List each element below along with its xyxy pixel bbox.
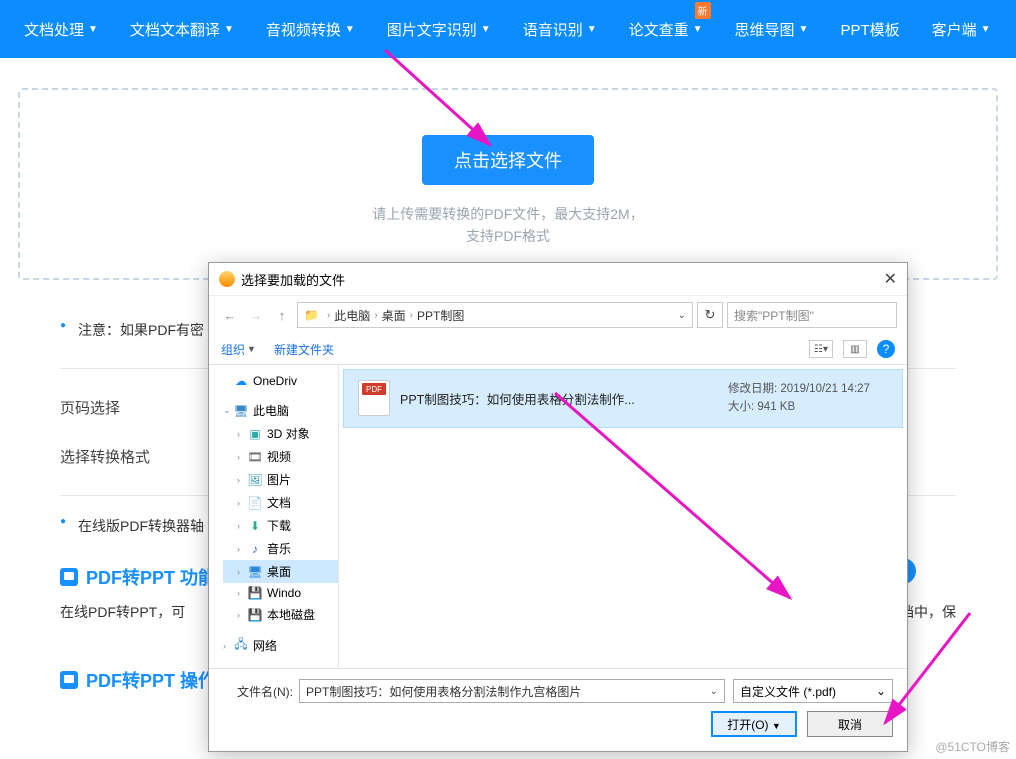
chevron-down-icon: ▼: [587, 24, 597, 35]
nav-doc-process[interactable]: 文档处理▼: [8, 0, 114, 58]
filename-label: 文件名(N):: [223, 683, 293, 700]
chevron-down-icon: ▼: [88, 24, 98, 35]
dialog-nav: ← → ↑ 📁 › 此电脑 › 桌面 › PPT制图 ⌄ ↻ 搜索"PPT制图": [209, 295, 907, 334]
close-icon[interactable]: ✕: [884, 269, 897, 289]
file-list: PDF PPT制图技巧：如何使用表格分割法制作... 修改日期: 2019/10…: [339, 365, 907, 668]
nav-client[interactable]: 客户端▼: [916, 0, 1007, 58]
new-badge: 新: [695, 2, 711, 19]
nav-doc-translate[interactable]: 文档文本翻译▼: [114, 0, 250, 58]
upload-hint: 请上传需要转换的PDF文件，最大支持2M， 支持PDF格式: [20, 203, 996, 248]
chevron-down-icon: ▼: [799, 24, 809, 35]
documents-icon: 📄: [247, 496, 263, 510]
top-nav: 文档处理▼ 文档文本翻译▼ 音视频转换▼ 图片文字识别▼ 语音识别▼ 论文查重▼…: [0, 0, 1016, 58]
select-file-button[interactable]: 点击选择文件: [422, 135, 594, 185]
folder-icon: 📁: [304, 308, 319, 322]
tree-downloads[interactable]: ›⬇下载: [223, 514, 338, 537]
file-open-dialog: 选择要加载的文件 ✕ ← → ↑ 📁 › 此电脑 › 桌面 › PPT制图 ⌄ …: [208, 262, 908, 752]
tree-documents[interactable]: ›📄文档: [223, 491, 338, 514]
cloud-icon: ☁: [233, 374, 249, 388]
tree-thispc[interactable]: ⌄🖥此电脑: [209, 399, 338, 422]
tree-video[interactable]: ›🎞视频: [223, 445, 338, 468]
preview-pane-button[interactable]: ▥: [843, 340, 867, 358]
app-icon: [219, 271, 235, 287]
chevron-down-icon[interactable]: ⌄: [710, 686, 718, 697]
nav-plagiarism[interactable]: 论文查重▼新: [613, 0, 719, 58]
pictures-icon: 🖼: [247, 473, 263, 487]
nav-mindmap[interactable]: 思维导图▼: [719, 0, 825, 58]
dialog-footer: 文件名(N): PPT制图技巧：如何使用表格分割法制作九宫格图片⌄ 自定义文件 …: [209, 668, 907, 751]
section-icon: [60, 671, 78, 689]
nav-speech[interactable]: 语音识别▼: [507, 0, 613, 58]
computer-icon: 🖥: [233, 404, 249, 418]
section-icon: [60, 568, 78, 586]
chevron-down-icon: ▼: [345, 24, 355, 35]
chevron-down-icon: ⌄: [876, 684, 886, 698]
new-folder-button[interactable]: 新建文件夹: [274, 341, 334, 358]
search-input[interactable]: 搜索"PPT制图": [727, 302, 897, 328]
filetype-select[interactable]: 自定义文件 (*.pdf)⌄: [733, 679, 893, 703]
back-button[interactable]: ←: [219, 304, 241, 326]
dialog-titlebar: 选择要加载的文件 ✕: [209, 263, 907, 295]
desktop-icon: 🖥: [247, 565, 263, 579]
filename-input[interactable]: PPT制图技巧：如何使用表格分割法制作九宫格图片⌄: [299, 679, 725, 703]
music-icon: ♪: [247, 542, 263, 556]
tree-desktop[interactable]: ›🖥桌面: [223, 560, 338, 583]
file-item[interactable]: PDF PPT制图技巧：如何使用表格分割法制作... 修改日期: 2019/10…: [343, 369, 903, 428]
tree-localdisk[interactable]: ›💾本地磁盘: [223, 603, 338, 626]
view-mode-button[interactable]: ☷▾: [809, 340, 833, 358]
watermark: @51CTO博客: [935, 738, 1010, 755]
forward-button[interactable]: →: [245, 304, 267, 326]
organize-menu[interactable]: 组织▼: [221, 341, 256, 358]
tree-pictures[interactable]: ›🖼图片: [223, 468, 338, 491]
help-icon[interactable]: ?: [877, 340, 895, 358]
tree-network[interactable]: ›🖧网络: [209, 634, 338, 657]
dialog-title: 选择要加载的文件: [241, 270, 345, 289]
folder-tree: ☁OneDriv ⌄🖥此电脑 ›▣3D 对象 ›🎞视频 ›🖼图片 ›📄文档 ›⬇…: [209, 365, 339, 668]
cancel-button[interactable]: 取消: [807, 711, 893, 737]
pdf-icon: PDF: [358, 380, 390, 416]
chevron-down-icon: ▼: [693, 24, 703, 35]
disk-icon: 💾: [247, 608, 263, 622]
nav-ocr[interactable]: 图片文字识别▼: [371, 0, 507, 58]
video-icon: 🎞: [247, 450, 263, 464]
open-button[interactable]: 打开(O) ▼: [711, 711, 797, 737]
refresh-button[interactable]: ↻: [697, 302, 723, 328]
chevron-down-icon: ▼: [481, 24, 491, 35]
nav-av-convert[interactable]: 音视频转换▼: [250, 0, 371, 58]
tree-music[interactable]: ›♪音乐: [223, 537, 338, 560]
tree-windows[interactable]: ›💾Windo: [223, 583, 338, 603]
file-name: PPT制图技巧：如何使用表格分割法制作...: [400, 389, 728, 408]
disk-icon: 💾: [247, 586, 263, 600]
tree-3d[interactable]: ›▣3D 对象: [223, 422, 338, 445]
upload-dropzone[interactable]: 点击选择文件 请上传需要转换的PDF文件，最大支持2M， 支持PDF格式: [18, 88, 998, 280]
cube-icon: ▣: [247, 427, 263, 441]
file-meta: 修改日期: 2019/10/21 14:27 大小: 941 KB: [728, 380, 888, 417]
up-button[interactable]: ↑: [271, 304, 293, 326]
address-bar[interactable]: 📁 › 此电脑 › 桌面 › PPT制图 ⌄: [297, 302, 693, 328]
nav-ppt-template[interactable]: PPT模板: [824, 0, 915, 58]
dialog-toolbar: 组织▼ 新建文件夹 ☷▾ ▥ ?: [209, 334, 907, 365]
downloads-icon: ⬇: [247, 519, 263, 533]
network-icon: 🖧: [233, 639, 249, 653]
chevron-down-icon: ▼: [224, 24, 234, 35]
chevron-down-icon[interactable]: ⌄: [678, 310, 686, 321]
chevron-down-icon: ▼: [981, 24, 991, 35]
tree-onedrive[interactable]: ☁OneDriv: [209, 371, 338, 391]
